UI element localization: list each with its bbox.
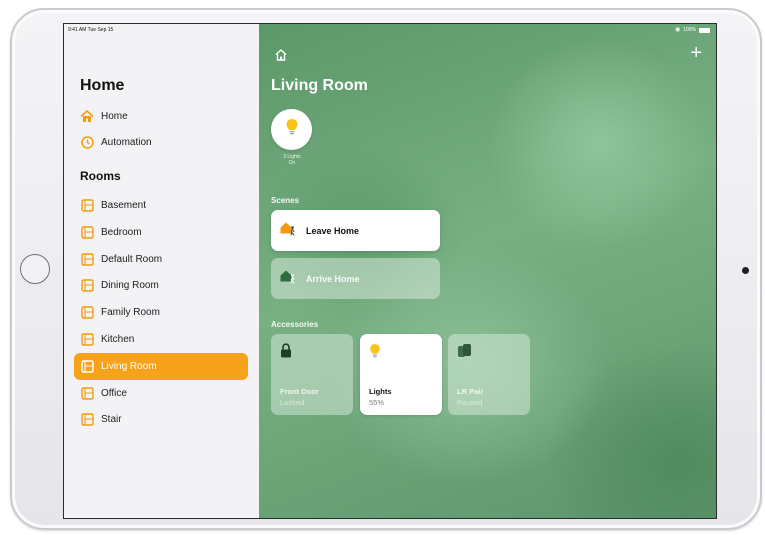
sidebar-item-label: Basement (101, 200, 147, 211)
screen: 9:41 AM Tue Sep 15 ◉ 100% Home Home Auto… (63, 23, 717, 519)
sidebar-item-label: Home (101, 111, 128, 122)
sidebar-item-living-room[interactable]: Living Room (74, 352, 248, 380)
wifi-icon: ◉ (674, 26, 681, 33)
sidebar-item-label: Stair (101, 414, 122, 426)
sidebar-item-label: Dining Room (101, 280, 159, 292)
front-camera (742, 267, 749, 274)
accessory-lights[interactable]: Lights 55% (360, 334, 442, 415)
status-indicators: ◉ 100% (675, 27, 710, 33)
rooms-heading: Rooms (80, 169, 121, 183)
clock-icon (80, 136, 94, 150)
lights-status-caption: 3 Lights On (273, 154, 311, 166)
page-title: Living Room (271, 77, 368, 94)
sidebar-item-label: Office (101, 387, 127, 399)
scene-leave-home[interactable]: Leave Home (271, 210, 440, 251)
lightbulb-icon (285, 118, 299, 141)
room-icon (80, 199, 94, 213)
sidebar-item-label: Default Room (101, 253, 163, 265)
accessory-status: 55% (369, 398, 385, 407)
accessory-front-door[interactable]: Front Door Locked (271, 334, 353, 415)
sidebar-item-basement[interactable]: Basement (74, 192, 248, 219)
home-icon (80, 110, 94, 124)
lights-status-button[interactable] (271, 109, 312, 150)
room-icon (80, 333, 94, 347)
sidebar-item-label: Family Room (101, 307, 160, 319)
accessory-name: LR Pair (457, 387, 484, 396)
room-icon (80, 252, 94, 266)
sidebar-item-office[interactable]: Office (74, 380, 248, 407)
status-time: 9:41 AM Tue Sep 15 (68, 27, 114, 33)
accessories-heading: Accessories (271, 320, 319, 329)
add-button[interactable]: + (690, 43, 702, 63)
leave-home-icon (280, 221, 297, 241)
scene-label: Leave Home (306, 225, 360, 236)
room-icon (80, 413, 94, 427)
accessory-name: Front Door (280, 387, 319, 396)
accessory-status: Paused (457, 398, 483, 407)
battery-icon (699, 27, 710, 33)
scene-arrive-home[interactable]: Arrive Home (271, 258, 440, 299)
lock-icon (280, 343, 292, 363)
sidebar: Home Home Automation Rooms Basement Bedro… (64, 24, 260, 518)
battery-percent: 100% (683, 27, 696, 33)
sidebar-item-label: Kitchen (101, 334, 135, 345)
room-detail: + Living Room 3 Lights On Scenes Leave H… (259, 24, 716, 518)
speaker-icon (457, 343, 473, 363)
sidebar-item-stair[interactable]: Stair (74, 406, 248, 433)
home-icon[interactable] (275, 48, 287, 66)
arrive-home-icon (280, 269, 297, 289)
sidebar-item-automation[interactable]: Automation (74, 129, 248, 156)
sidebar-item-family-room[interactable]: Family Room (74, 299, 248, 326)
scenes-heading: Scenes (271, 196, 300, 205)
lightbulb-icon (369, 343, 381, 364)
room-icon (80, 225, 94, 239)
accessory-name: Lights (369, 387, 392, 396)
room-icon (80, 386, 94, 400)
lights-state: On (288, 160, 296, 166)
scene-label: Arrive Home (306, 273, 360, 284)
room-icon (80, 306, 94, 320)
sidebar-item-default-room[interactable]: Default Room (74, 246, 248, 273)
sidebar-item-label: Living Room (101, 360, 157, 372)
sidebar-item-bedroom[interactable]: Bedroom (74, 219, 248, 246)
sidebar-item-label: Automation (101, 137, 152, 148)
room-icon (80, 279, 94, 293)
sidebar-item-kitchen[interactable]: Kitchen (74, 326, 248, 353)
sidebar-title: Home (80, 77, 125, 94)
accessory-lr-pair[interactable]: LR Pair Paused (448, 334, 530, 415)
sidebar-item-home[interactable]: Home (74, 103, 248, 130)
room-icon (80, 359, 94, 373)
sidebar-item-label: Bedroom (101, 226, 142, 238)
device-home-button[interactable] (20, 254, 50, 284)
accessory-status: Locked (280, 398, 305, 407)
sidebar-item-dining-room[interactable]: Dining Room (74, 272, 248, 299)
